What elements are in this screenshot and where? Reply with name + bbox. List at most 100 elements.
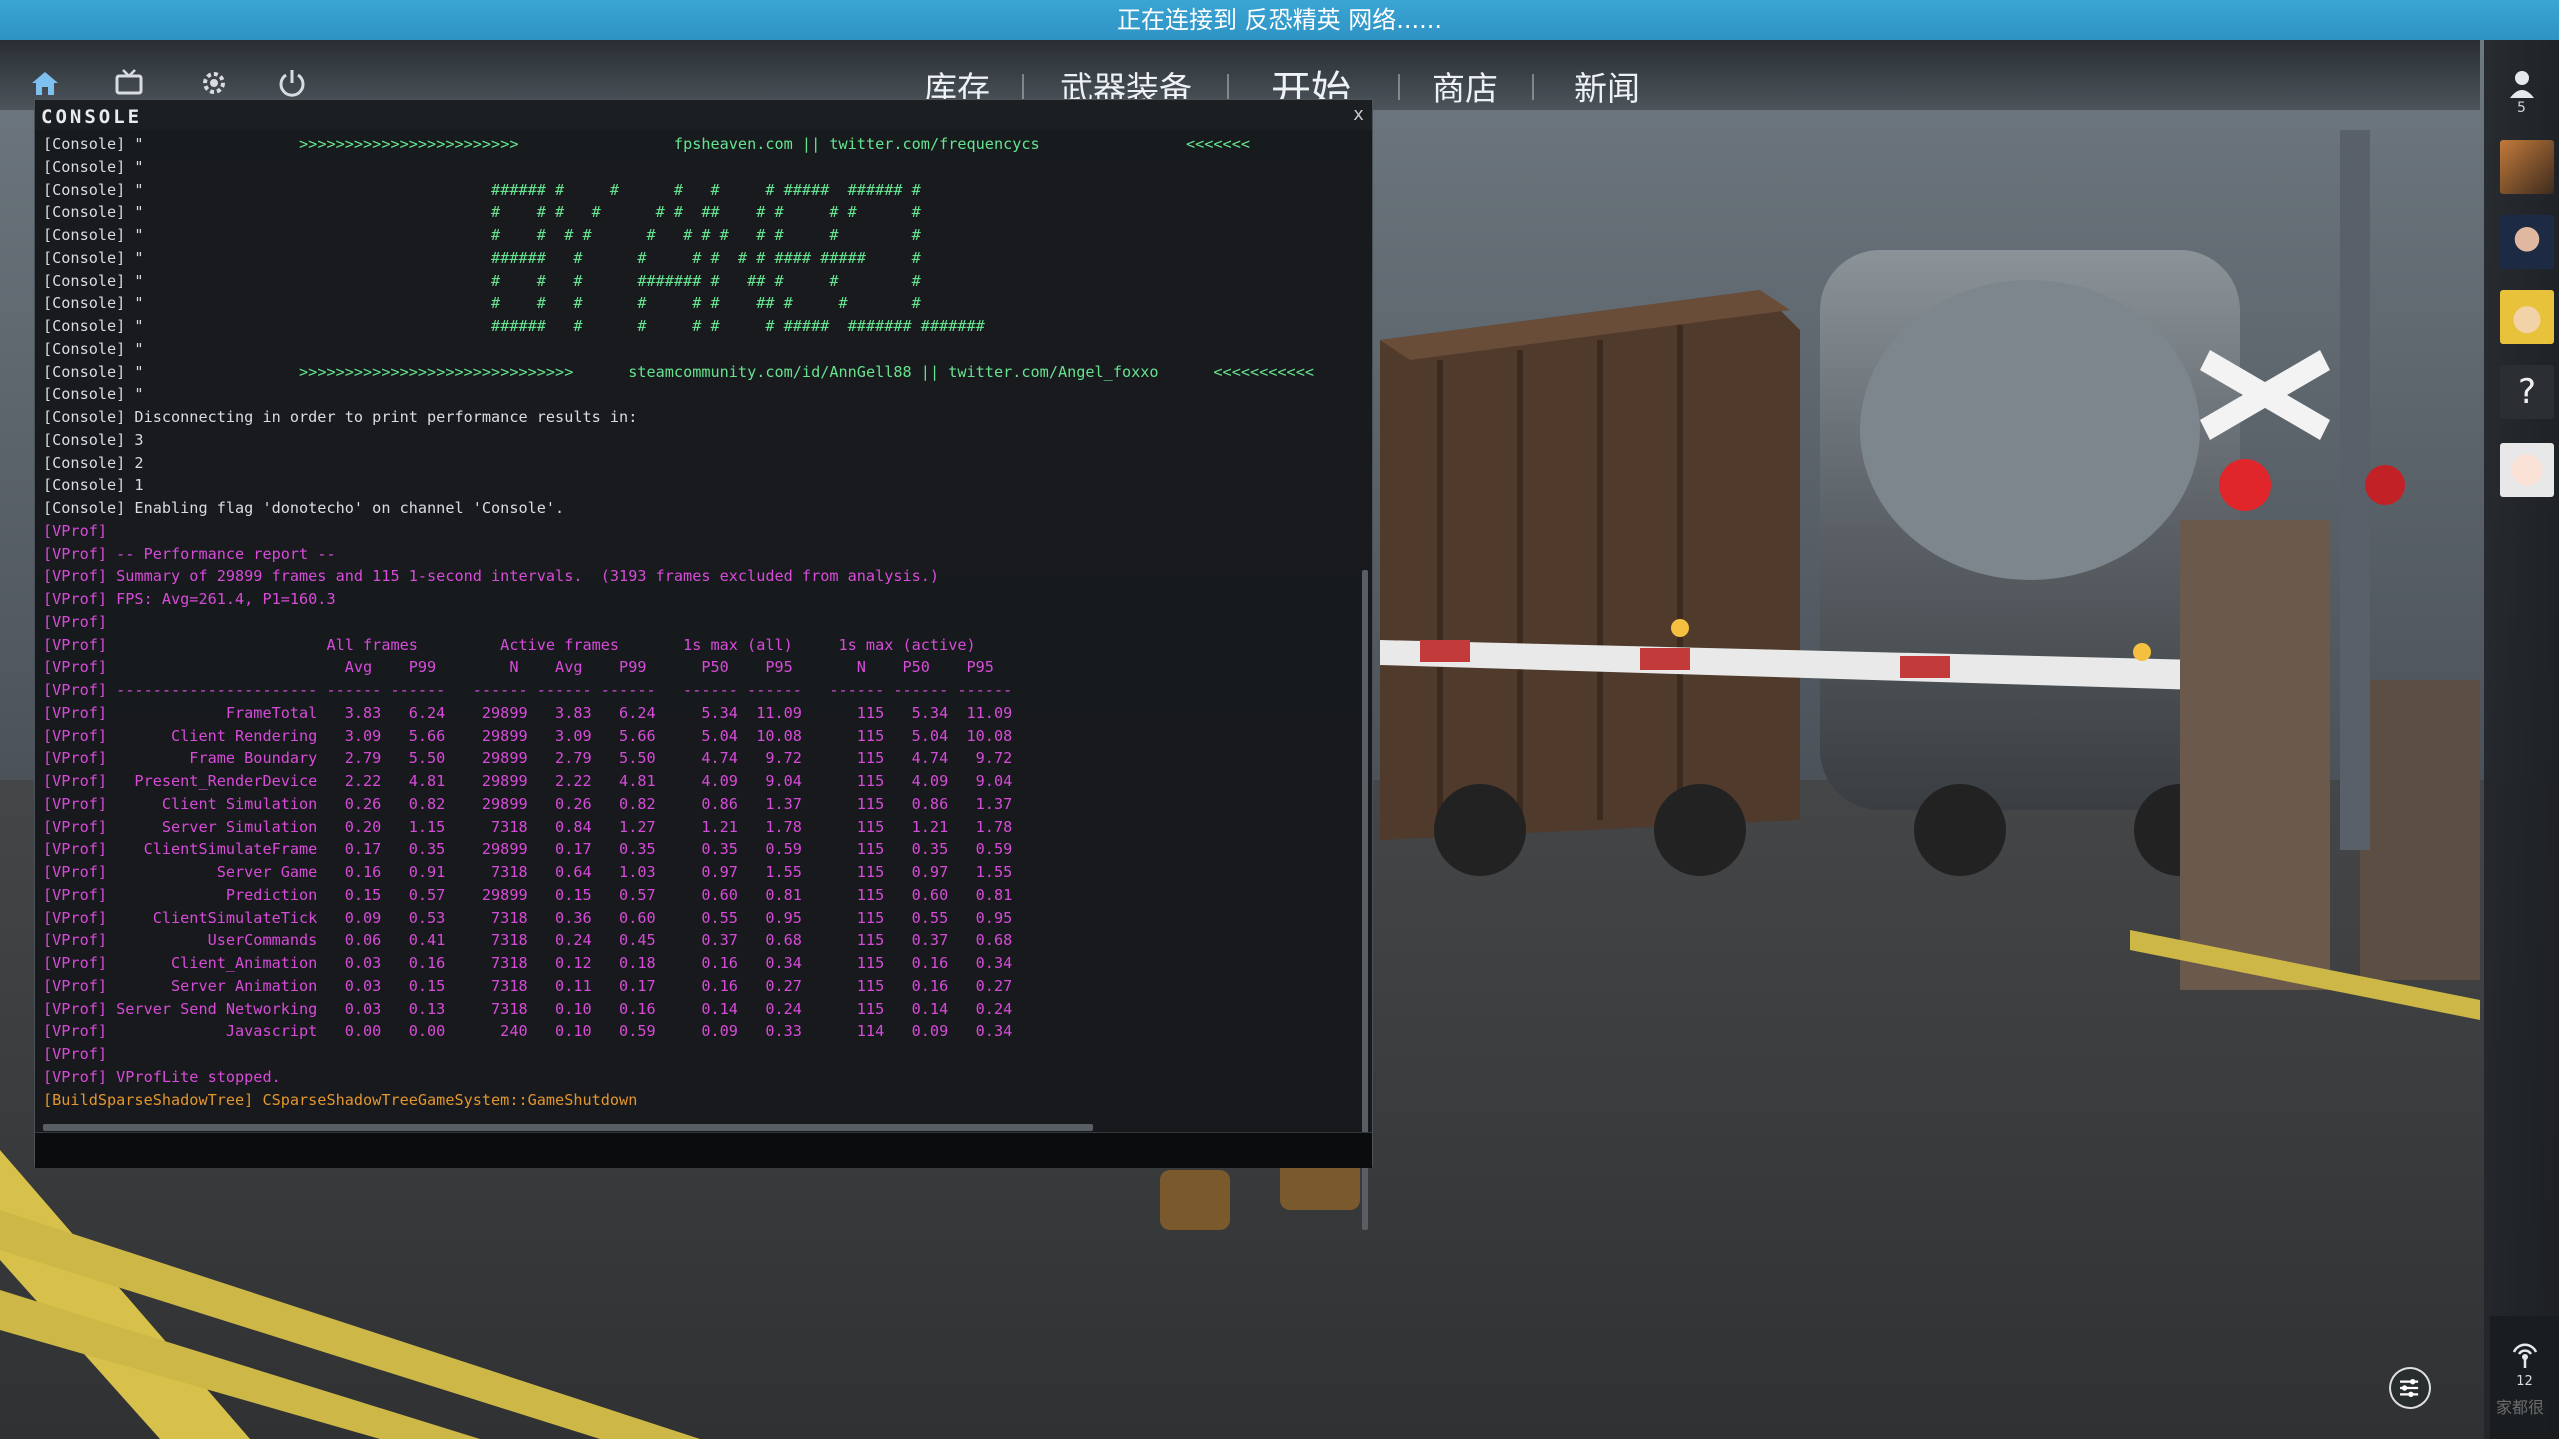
console-line: [VProf] (43, 1043, 1363, 1066)
signal-icon[interactable] (2510, 1338, 2540, 1368)
console-line: [VProf] Server Game 0.16 0.91 7318 0.64 … (43, 861, 1363, 884)
friends-icon[interactable] (2506, 68, 2538, 100)
console-line-prefix: [Console] " (43, 226, 144, 244)
console-line: [VProf] ---------------------- ------ --… (43, 679, 1363, 702)
console-line-prefix: [Console] " (43, 135, 144, 153)
power-icon[interactable] (275, 66, 309, 100)
console-line: [VProf] Server Send Networking 0.03 0.13… (43, 998, 1363, 1021)
console-line-prefix: [VProf] Server Animation 0.03 0.15 7318 … (43, 976, 1013, 995)
sliders-icon (2400, 1378, 2419, 1398)
console-line-content: >>>>>>>>>>>>>>>>>>>>>>>>>>>>>> steamcomm… (143, 362, 1314, 381)
console-line: [Console] " (43, 156, 1363, 179)
console-line-prefix: [VProf] UserCommands 0.06 0.41 7318 0.24… (43, 931, 1013, 950)
console-line: [VProf] (43, 520, 1363, 543)
console-line-prefix: [BuildSparseShadowTree] CSparseShadowTre… (43, 1090, 638, 1109)
friends-count: 5 (2517, 100, 2526, 116)
network-status-panel: 12 家都很 (2490, 1316, 2559, 1439)
friend-avatar[interactable] (2500, 215, 2554, 269)
console-line-prefix: [VProf] FPS: Avg=261.4, P1=160.3 (43, 590, 336, 608)
console-line: [VProf] Client_Animation 0.03 0.16 7318 … (43, 952, 1363, 975)
tab-separator (1398, 74, 1400, 100)
console-title: CONSOLE (41, 106, 143, 128)
tab-separator (1532, 74, 1534, 100)
tab-news[interactable]: 新闻 (1574, 62, 1640, 110)
close-icon[interactable]: x (1353, 104, 1364, 125)
console-line: [Console] 2 (43, 452, 1363, 475)
console-line: [VProf] Client Simulation 0.26 0.82 2989… (43, 793, 1363, 816)
friend-avatar[interactable] (2500, 443, 2554, 497)
developer-console: CONSOLE x [Console] " >>>>>>>>>>>>>>>>>>… (34, 99, 1373, 1230)
console-line-prefix: [VProf] Javascript 0.00 0.00 240 0.10 0.… (43, 1022, 1013, 1041)
console-line: [VProf] VProfLite stopped. (43, 1066, 1363, 1089)
console-line: [Console] 3 (43, 429, 1363, 452)
console-line-prefix: [VProf] ClientSimulateTick 0.09 0.53 731… (43, 908, 1013, 927)
console-line: [VProf] Summary of 29899 frames and 115 … (43, 565, 1363, 588)
console-line: [VProf] -- Performance report -- (43, 543, 1363, 566)
console-line: [VProf] Client Rendering 3.09 5.66 29899… (43, 725, 1363, 748)
console-line-prefix: [VProf] Frame Boundary 2.79 5.50 29899 2… (43, 749, 1013, 768)
console-line: [Console] Disconnecting in order to prin… (43, 406, 1363, 429)
friends-sidebar: 5 ? (2484, 40, 2559, 1439)
console-line-prefix: [Console] " (43, 385, 144, 404)
console-line-prefix: [Console] 2 (43, 453, 144, 472)
console-line-content: # # # # # # # # # # # # (143, 226, 921, 244)
console-line: [Console] " # # # # # # ## # # # (43, 292, 1363, 315)
console-line: [Console] " ###### # # # # # ##### #####… (43, 315, 1363, 338)
console-line-prefix: [Console] " (43, 294, 144, 313)
console-vertical-scrollbar[interactable] (1362, 570, 1368, 1230)
quick-settings-button[interactable] (2389, 1367, 2431, 1409)
console-line-prefix: [Console] Disconnecting in order to prin… (43, 408, 638, 426)
console-line-prefix: [VProf] VProfLite stopped. (43, 1067, 281, 1086)
console-horizontal-scrollbar[interactable] (43, 1124, 1093, 1131)
tab-separator (1227, 74, 1229, 100)
connection-status-banner: 正在连接到 反恐精英 网络...... (0, 0, 2559, 40)
console-line: [Console] " >>>>>>>>>>>>>>>>>>>>>>>>>>>>… (43, 361, 1363, 384)
console-line-content: # # # ####### # ## # # # (143, 271, 921, 290)
console-line: [BuildSparseShadowTree] CSparseShadowTre… (43, 1089, 1363, 1112)
console-line: [VProf] Prediction 0.15 0.57 29899 0.15 … (43, 884, 1363, 907)
console-line-prefix: [VProf] ---------------------- ------ --… (43, 681, 1013, 699)
console-line-prefix: [Console] Enabling flag 'donotecho' on c… (43, 499, 565, 517)
console-line-content: ###### # # # # # ##### ###### # (143, 180, 921, 199)
tab-store[interactable]: 商店 (1432, 62, 1498, 110)
console-line: [Console] 1 (43, 474, 1363, 497)
console-line: [Console] " ###### # # # # # # #### ####… (43, 247, 1363, 270)
console-line: [VProf] FrameTotal 3.83 6.24 29899 3.83 … (43, 702, 1363, 725)
console-line-prefix: [VProf] Client Simulation 0.26 0.82 2989… (43, 794, 1013, 813)
settings-gear-icon[interactable] (197, 66, 231, 100)
friend-avatar[interactable] (2500, 140, 2554, 194)
console-line-prefix: [Console] " (43, 317, 144, 335)
console-line-prefix: [VProf] Summary of 29899 frames and 115 … (43, 567, 940, 586)
console-line-prefix: [VProf] -- Performance report -- (43, 544, 336, 563)
console-line-prefix: [VProf] Avg P99 N Avg P99 P50 P95 N P50 … (43, 658, 994, 677)
console-line-prefix: [Console] " (43, 203, 144, 222)
watermark-text: 家都很 (2496, 1398, 2545, 1417)
friend-avatar[interactable] (2500, 290, 2554, 344)
console-line-prefix: [Console] " (43, 271, 144, 290)
console-line: [Console] " (43, 338, 1363, 361)
console-line-prefix: [VProf] ClientSimulateFrame 0.17 0.35 29… (43, 840, 1013, 859)
console-line: [VProf] ClientSimulateFrame 0.17 0.35 29… (43, 838, 1363, 861)
console-line-prefix: [VProf] Client Rendering 3.09 5.66 29899… (43, 726, 1013, 745)
console-line-prefix: [Console] " (43, 157, 144, 176)
console-line: [VProf] UserCommands 0.06 0.41 7318 0.24… (43, 929, 1363, 952)
console-line-prefix: [Console] " (43, 248, 144, 267)
console-line-prefix: [VProf] Server Send Networking 0.03 0.13… (43, 999, 1013, 1018)
inventory-tv-icon[interactable] (112, 66, 146, 100)
console-command-input[interactable] (35, 1132, 1372, 1168)
console-line: [Console] " # # # # # # ## # # # # # (43, 201, 1363, 224)
console-line-prefix: [VProf] All frames Active frames 1s max … (43, 635, 976, 654)
home-icon[interactable] (28, 66, 62, 100)
console-titlebar[interactable]: CONSOLE x (35, 100, 1372, 130)
console-line: [Console] " ###### # # # # # ##### #####… (43, 179, 1363, 202)
console-line: [Console] Enabling flag 'donotecho' on c… (43, 497, 1363, 520)
console-line: [VProf] Server Simulation 0.20 1.15 7318… (43, 816, 1363, 839)
console-line-prefix: [Console] 3 (43, 430, 144, 449)
console-line-content: ###### # # # # # ##### ####### ####### (143, 317, 985, 335)
console-line: [VProf] Javascript 0.00 0.00 240 0.10 0.… (43, 1020, 1363, 1043)
console-line-prefix: [VProf] Present_RenderDevice 2.22 4.81 2… (43, 772, 1013, 790)
console-line: [Console] " # # # ####### # ## # # # (43, 270, 1363, 293)
console-line-prefix: [VProf] Client_Animation 0.03 0.16 7318 … (43, 954, 1013, 972)
unknown-avatar-help-icon[interactable]: ? (2500, 365, 2554, 419)
console-line-content: >>>>>>>>>>>>>>>>>>>>>>>> fpsheaven.com |… (143, 135, 1250, 153)
